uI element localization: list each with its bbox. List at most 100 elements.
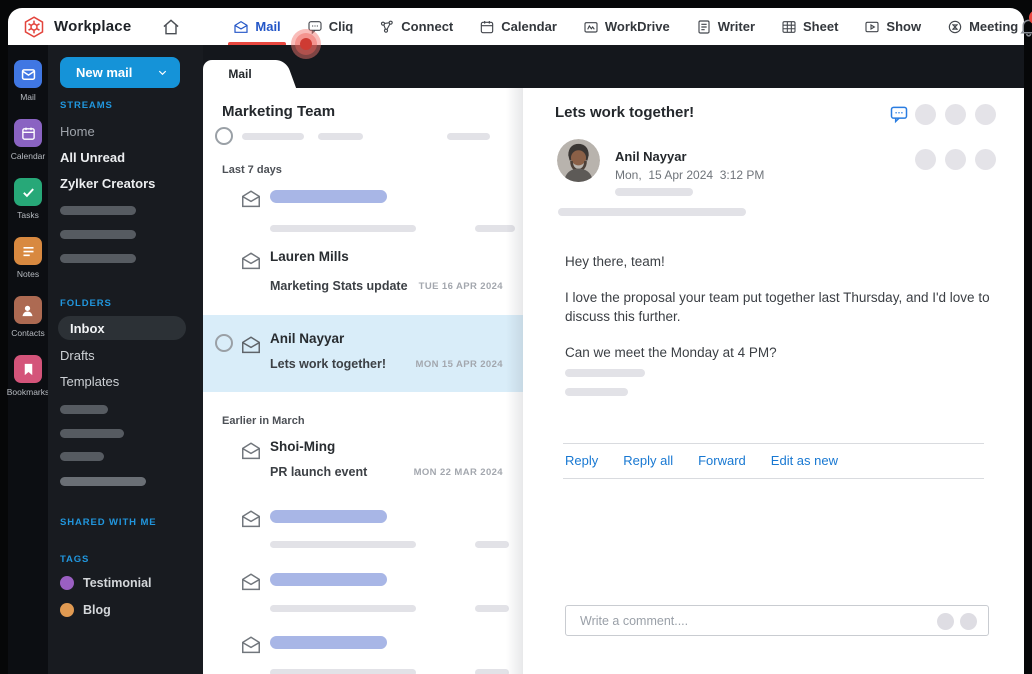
message-body: Hey there, team! I love the proposal you… bbox=[565, 252, 1013, 380]
mail-icon bbox=[233, 19, 249, 35]
home-icon[interactable] bbox=[161, 16, 181, 38]
envelope-open-icon bbox=[242, 573, 260, 591]
message-actions: Reply Reply all Forward Edit as new bbox=[565, 453, 838, 468]
tab-label: Cliq bbox=[328, 19, 354, 34]
rail-label: Mail bbox=[20, 92, 36, 102]
envelope-open-icon bbox=[242, 636, 260, 654]
mail-list-item-selected[interactable]: Anil Nayyar Lets work together! MON 15 A… bbox=[203, 315, 523, 392]
comment-mode-icon[interactable] bbox=[889, 104, 909, 124]
toolbar-button-placeholder[interactable] bbox=[975, 149, 996, 170]
tag-blog[interactable]: Blog bbox=[60, 603, 111, 617]
notifications-bell-icon[interactable]: 5 bbox=[1018, 9, 1032, 39]
drive-icon bbox=[583, 19, 599, 35]
mail-folder-tab[interactable]: Mail bbox=[203, 60, 277, 88]
comment-input[interactable] bbox=[566, 606, 988, 635]
tab-workdrive[interactable]: WorkDrive bbox=[583, 8, 670, 45]
mail-app-icon bbox=[14, 60, 42, 88]
rail-item-bookmarks[interactable]: Bookmarks bbox=[7, 355, 49, 397]
placeholder-bar bbox=[270, 605, 416, 612]
toolbar-button-placeholder[interactable] bbox=[945, 149, 966, 170]
app-window: Workplace Mail Cliq Connect Calendar Wor… bbox=[7, 8, 1032, 674]
tag-color-dot bbox=[60, 576, 74, 590]
sidebar-placeholder-bar bbox=[60, 452, 104, 461]
edit-as-new-button[interactable]: Edit as new bbox=[771, 453, 838, 468]
top-nav: Mail Cliq Connect Calendar WorkDrive Wri… bbox=[228, 8, 1018, 45]
mail-sender: Lauren Mills bbox=[270, 249, 349, 264]
chat-icon bbox=[307, 19, 323, 35]
rail-item-mail[interactable]: Mail bbox=[14, 60, 42, 102]
comment-action-placeholder[interactable] bbox=[960, 613, 977, 630]
mail-list-item[interactable]: Lauren Mills Marketing Stats update TUE … bbox=[203, 246, 523, 310]
mail-list-item[interactable] bbox=[203, 506, 523, 556]
shared-section-label: SHARED WITH ME bbox=[60, 517, 157, 528]
tab-label: Sheet bbox=[803, 19, 839, 34]
toolbar-button-placeholder[interactable] bbox=[975, 104, 996, 125]
mail-list-item[interactable] bbox=[203, 186, 523, 234]
streams-section-label: STREAMS bbox=[60, 100, 113, 111]
sidebar-item-home[interactable]: Home bbox=[60, 124, 95, 139]
mail-sidebar: New mail STREAMS Home All Unread Zylker … bbox=[48, 45, 203, 674]
comment-action-placeholder[interactable] bbox=[937, 613, 954, 630]
document-icon bbox=[696, 19, 712, 35]
rail-item-calendar[interactable]: Calendar bbox=[11, 119, 45, 161]
tab-mail[interactable]: Mail bbox=[228, 8, 287, 45]
tab-connect[interactable]: Connect bbox=[379, 8, 453, 45]
placeholder-bar bbox=[475, 225, 515, 232]
placeholder-bar bbox=[447, 133, 490, 140]
app-rail: Mail Calendar Tasks Notes Contacts Bookm… bbox=[7, 45, 49, 674]
placeholder-bar bbox=[270, 225, 416, 232]
placeholder-bar bbox=[565, 388, 628, 396]
tab-calendar[interactable]: Calendar bbox=[479, 8, 557, 45]
toolbar-button-placeholder[interactable] bbox=[915, 149, 936, 170]
placeholder-bar-blue bbox=[270, 510, 387, 523]
sidebar-item-inbox[interactable]: Inbox bbox=[58, 316, 186, 340]
body-paragraph: Hey there, team! bbox=[565, 254, 665, 269]
mail-list-item[interactable]: Shoi-Ming PR launch event MON 22 MAR 202… bbox=[203, 436, 523, 500]
tab-label: Mail bbox=[255, 19, 281, 34]
rail-item-tasks[interactable]: Tasks bbox=[14, 178, 42, 220]
tag-testimonial[interactable]: Testimonial bbox=[60, 576, 152, 590]
body-paragraph: Can we meet the Monday at 4 PM? bbox=[565, 345, 777, 361]
placeholder-bar-blue bbox=[270, 573, 387, 586]
placeholder-bar bbox=[475, 669, 509, 674]
mail-sender: Anil Nayyar bbox=[270, 331, 345, 346]
sidebar-item-all-unread[interactable]: All Unread bbox=[60, 150, 125, 165]
mail-date: MON 15 APR 2024 bbox=[415, 359, 503, 370]
tab-writer[interactable]: Writer bbox=[696, 8, 755, 45]
play-icon bbox=[864, 19, 880, 35]
mail-list-item[interactable] bbox=[203, 632, 523, 674]
sidebar-placeholder-bar bbox=[60, 254, 136, 263]
toolbar-button-placeholder[interactable] bbox=[915, 104, 936, 125]
tab-label: WorkDrive bbox=[604, 19, 670, 34]
comment-box bbox=[565, 605, 989, 636]
rail-item-notes[interactable]: Notes bbox=[14, 237, 42, 279]
reply-all-button[interactable]: Reply all bbox=[623, 453, 673, 468]
mail-sender: Shoi-Ming bbox=[270, 439, 336, 454]
tag-label: Testimonial bbox=[83, 576, 152, 590]
placeholder-bar bbox=[475, 541, 509, 548]
sidebar-item-zylker-creators[interactable]: Zylker Creators bbox=[60, 176, 155, 191]
tab-meeting[interactable]: Meeting bbox=[947, 8, 1018, 45]
reply-button[interactable]: Reply bbox=[565, 453, 598, 468]
tab-cliq[interactable]: Cliq bbox=[307, 8, 354, 45]
placeholder-bar bbox=[318, 133, 363, 140]
placeholder-bar bbox=[270, 669, 416, 674]
tab-show[interactable]: Show bbox=[864, 8, 921, 45]
sidebar-item-drafts[interactable]: Drafts bbox=[60, 348, 95, 363]
calendar-app-icon bbox=[14, 119, 42, 147]
mail-list-item[interactable] bbox=[203, 569, 523, 619]
rail-item-contacts[interactable]: Contacts bbox=[11, 296, 45, 338]
toolbar-button-placeholder[interactable] bbox=[945, 104, 966, 125]
tab-label: Connect bbox=[401, 19, 454, 34]
mail-checkbox[interactable] bbox=[215, 334, 233, 352]
new-mail-label: New mail bbox=[76, 65, 133, 80]
forward-button[interactable]: Forward bbox=[698, 453, 746, 468]
sidebar-placeholder-bar bbox=[60, 230, 136, 239]
sidebar-item-templates[interactable]: Templates bbox=[60, 374, 119, 389]
tab-band: Mail bbox=[203, 45, 1024, 88]
select-all-checkbox[interactable] bbox=[215, 127, 233, 145]
folder-tab-label: Mail bbox=[228, 67, 252, 81]
new-mail-button[interactable]: New mail bbox=[60, 57, 180, 88]
sender-name: Anil Nayyar bbox=[615, 149, 687, 164]
tab-sheet[interactable]: Sheet bbox=[781, 8, 838, 45]
